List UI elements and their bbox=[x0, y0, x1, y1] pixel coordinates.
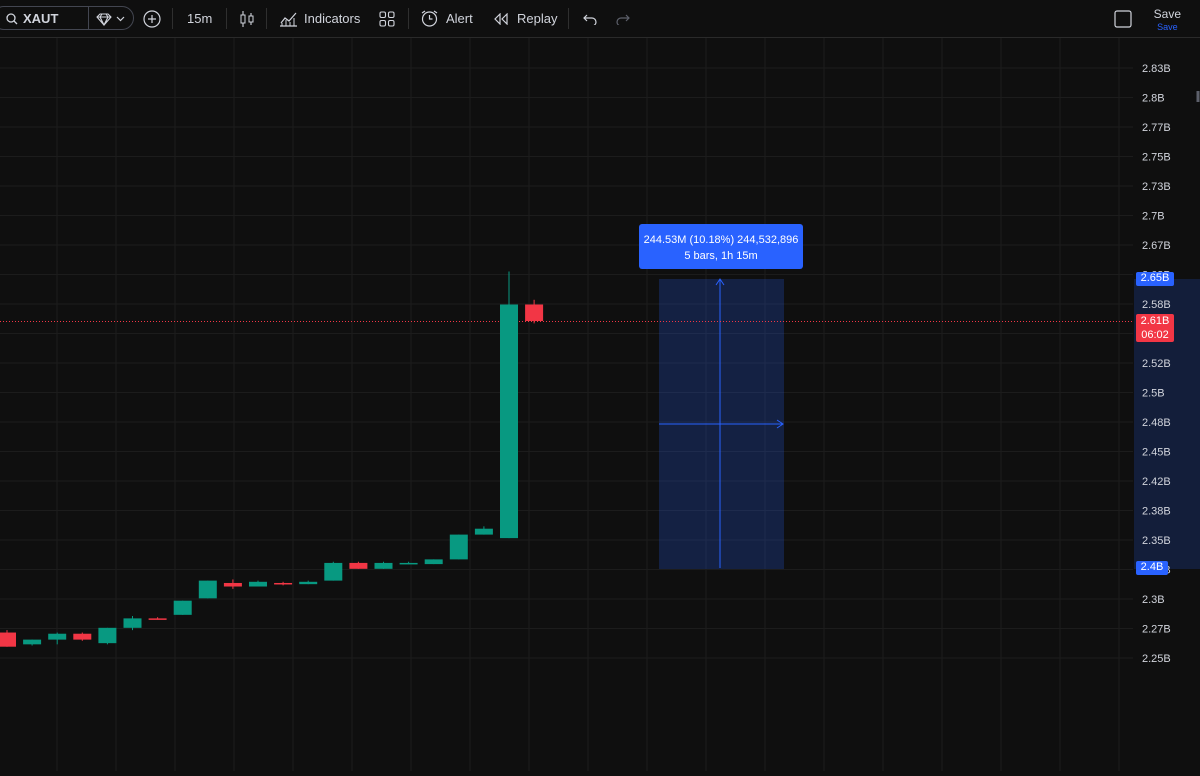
price-scale-label: 2.52B bbox=[1142, 358, 1171, 370]
price-scale-label: 2.67B bbox=[1142, 240, 1171, 252]
price-scale-label: 2.42B bbox=[1142, 476, 1171, 488]
candle-body bbox=[198, 580, 217, 599]
indicators-button[interactable]: Indicators bbox=[304, 0, 360, 37]
replay-button[interactable]: Replay bbox=[517, 0, 557, 37]
candle-body bbox=[23, 639, 42, 645]
save-button[interactable]: Save Save bbox=[1154, 7, 1181, 32]
save-sub-label: Save bbox=[1157, 22, 1178, 32]
layout-square-icon[interactable] bbox=[1114, 0, 1132, 37]
price-scale-label: 2.75B bbox=[1142, 152, 1171, 164]
last-price-tag: 2.61B 06:02 bbox=[1136, 314, 1174, 342]
save-label: Save bbox=[1153, 7, 1181, 21]
price-scale-label: 2.83B bbox=[1142, 63, 1171, 75]
chart-pane[interactable]: 2.83B2.8B2.77B2.75B2.73B2.7B2.67B2.63B2.… bbox=[0, 38, 1200, 771]
candles-style-icon[interactable] bbox=[240, 0, 254, 37]
candle-series bbox=[0, 271, 544, 647]
candle-body bbox=[474, 528, 493, 535]
diamond-icon[interactable] bbox=[96, 0, 112, 37]
measure-tooltip: 244.53M (10.18%) 244,532,896 5 bars, 1h … bbox=[639, 224, 803, 269]
replay-icon[interactable] bbox=[493, 0, 509, 37]
candle-body bbox=[349, 562, 368, 569]
add-symbol-icon[interactable] bbox=[143, 0, 161, 37]
candle-body bbox=[249, 581, 267, 587]
price-scale-label: 2.73B bbox=[1142, 181, 1171, 193]
candle-body bbox=[98, 627, 117, 644]
grid-lines bbox=[0, 38, 1133, 771]
price-scale-label: 2.48B bbox=[1142, 417, 1171, 429]
candle-body bbox=[374, 562, 393, 569]
measure-tool bbox=[659, 278, 784, 569]
candle-body bbox=[500, 304, 518, 539]
symbol-search[interactable] bbox=[0, 6, 134, 30]
range-top-tag: 2.65B bbox=[1136, 272, 1174, 286]
price-scale-label: 2.3B bbox=[1142, 594, 1165, 606]
last-price-value: 2.61B bbox=[1140, 315, 1170, 327]
price-scale-label: 2.27B bbox=[1142, 624, 1171, 636]
layouts-icon[interactable] bbox=[379, 0, 395, 37]
bar-countdown: 06:02 bbox=[1141, 329, 1169, 341]
interval-button[interactable]: 15m bbox=[187, 0, 212, 37]
range-bottom-tag: 2.4B bbox=[1136, 561, 1168, 575]
candle-body bbox=[48, 633, 67, 640]
candle-body bbox=[399, 562, 418, 565]
price-scale-label: 2.58B bbox=[1142, 299, 1171, 311]
undo-icon[interactable] bbox=[583, 0, 597, 37]
price-scale-label: 2.45B bbox=[1142, 447, 1171, 459]
candle-body bbox=[525, 304, 544, 322]
top-toolbar: XAUT 15m Indicators Alert Replay Save Sa… bbox=[0, 0, 1200, 38]
price-scale-label: 2.25B bbox=[1142, 653, 1171, 665]
price-scale-label: 2.8B bbox=[1142, 93, 1165, 105]
price-scale-label: 2.77B bbox=[1142, 122, 1171, 134]
chevron-down-icon[interactable] bbox=[116, 0, 125, 37]
candle-body bbox=[299, 581, 318, 585]
candle-body bbox=[148, 618, 167, 620]
candle-body bbox=[73, 633, 92, 640]
price-scale-label: 2.35B bbox=[1142, 535, 1171, 547]
candle-body bbox=[123, 618, 142, 628]
price-chart[interactable]: 2.83B2.8B2.77B2.75B2.73B2.7B2.67B2.63B2.… bbox=[0, 38, 1200, 771]
alert-button[interactable]: Alert bbox=[446, 0, 473, 37]
candle-body bbox=[449, 534, 468, 560]
symbol-name[interactable]: XAUT bbox=[23, 0, 58, 37]
alert-icon[interactable] bbox=[420, 0, 439, 37]
candle-body bbox=[223, 582, 242, 587]
candle-body bbox=[324, 562, 343, 581]
redo-icon[interactable] bbox=[616, 0, 630, 37]
measure-change: 244.53M (10.18%) 244,532,896 bbox=[643, 234, 799, 246]
candle-body bbox=[424, 559, 443, 565]
price-scale-label: 2.5B bbox=[1142, 388, 1165, 400]
candle-body bbox=[173, 600, 192, 615]
candle-body bbox=[274, 582, 293, 585]
price-scale-label: 2.38B bbox=[1142, 506, 1171, 518]
price-scale-label: 2.7B bbox=[1142, 211, 1165, 223]
search-icon[interactable] bbox=[6, 0, 18, 37]
indicators-icon[interactable] bbox=[279, 0, 298, 37]
measure-bars-duration: 5 bars, 1h 15m bbox=[684, 250, 758, 262]
candle-body bbox=[0, 632, 16, 647]
